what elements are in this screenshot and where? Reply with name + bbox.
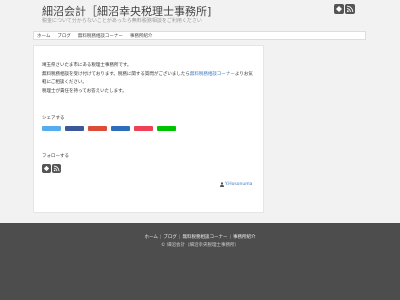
footer-navigation: ホーム | ブログ | 無料税務相談コーナー | 事務所紹介 [0, 234, 400, 240]
intro-line-2: 無料税務相談を受け付けております。税務に関する質問がございましたら無料税務相談コ… [42, 71, 257, 88]
footer-nav-blog[interactable]: ブログ [163, 235, 177, 240]
intro-line-1: 埼玉県さいたま市にある税理士事務所です。 [42, 63, 132, 68]
nav-item-free-consultation[interactable]: 無料税務相談コーナー [78, 33, 123, 39]
header-follow-icons [334, 4, 355, 14]
nav-item-home[interactable]: ホーム [37, 33, 50, 39]
nav-item-blog[interactable]: ブログ [57, 33, 71, 39]
share-buttons [42, 126, 176, 131]
footer-nav-separator: | [178, 235, 181, 240]
follow-icons [42, 164, 61, 173]
site-header: 細沼会計［細沼幸央税理士事務所] 税金について分からないことがあったら無料税務相… [0, 0, 400, 31]
hatena-share-button[interactable] [111, 126, 130, 131]
line-share-button[interactable] [157, 126, 176, 131]
site-description: 税金について分からないことがあったら無料税務相談をご利用ください [42, 18, 202, 24]
google-plus-share-button[interactable] [88, 126, 107, 131]
share-title: シェアする [42, 116, 65, 121]
author[interactable]: Y.Hosonuma [220, 182, 252, 187]
feedly-icon[interactable] [42, 164, 51, 173]
intro-line-4: 税理士が責任を持ってお答えいたします。 [42, 88, 127, 94]
footer-nav-home[interactable]: ホーム [145, 235, 158, 240]
footer-nav-separator: | [229, 235, 231, 240]
free-consultation-link[interactable]: 無料税務相談コーナー [190, 72, 235, 77]
pocket-share-button[interactable] [134, 126, 153, 131]
footer-nav-office[interactable]: 事務所紹介 [233, 235, 256, 240]
footer-nav-separator: | [159, 235, 162, 240]
intro-text: 埼玉県さいたま市にある税理士事務所です。 無料税務相談を受け付けております。税務… [42, 62, 257, 96]
footer-nav-free-consultation[interactable]: 無料税務相談コーナー [182, 235, 227, 240]
global-navigation: ホーム ブログ 無料税務相談コーナー 事務所紹介 [33, 31, 366, 40]
facebook-share-button[interactable] [65, 126, 84, 131]
rss-icon[interactable] [345, 4, 355, 14]
follow-title: フォローする [42, 154, 69, 159]
site-footer: ホーム | ブログ | 無料税務相談コーナー | 事務所紹介 © 細沼会計（細沼幸央税理士事… [0, 223, 400, 300]
person-icon [220, 182, 224, 187]
feedly-icon[interactable] [334, 4, 344, 14]
twitter-share-button[interactable] [42, 126, 61, 131]
rss-icon[interactable] [52, 164, 61, 173]
main-content-card: 埼玉県さいたま市にある税理士事務所です。 無料税務相談を受け付けております。税務… [33, 45, 264, 213]
intro-line-2-text: 無料税務相談を受け付けております。税務に関する質問がございましたら [42, 71, 190, 77]
nav-item-office[interactable]: 事務所紹介 [130, 33, 153, 39]
author-name[interactable]: Y.Hosonuma [225, 182, 252, 187]
copyright: © 細沼会計（細沼幸央税理士事務所） [161, 243, 239, 248]
